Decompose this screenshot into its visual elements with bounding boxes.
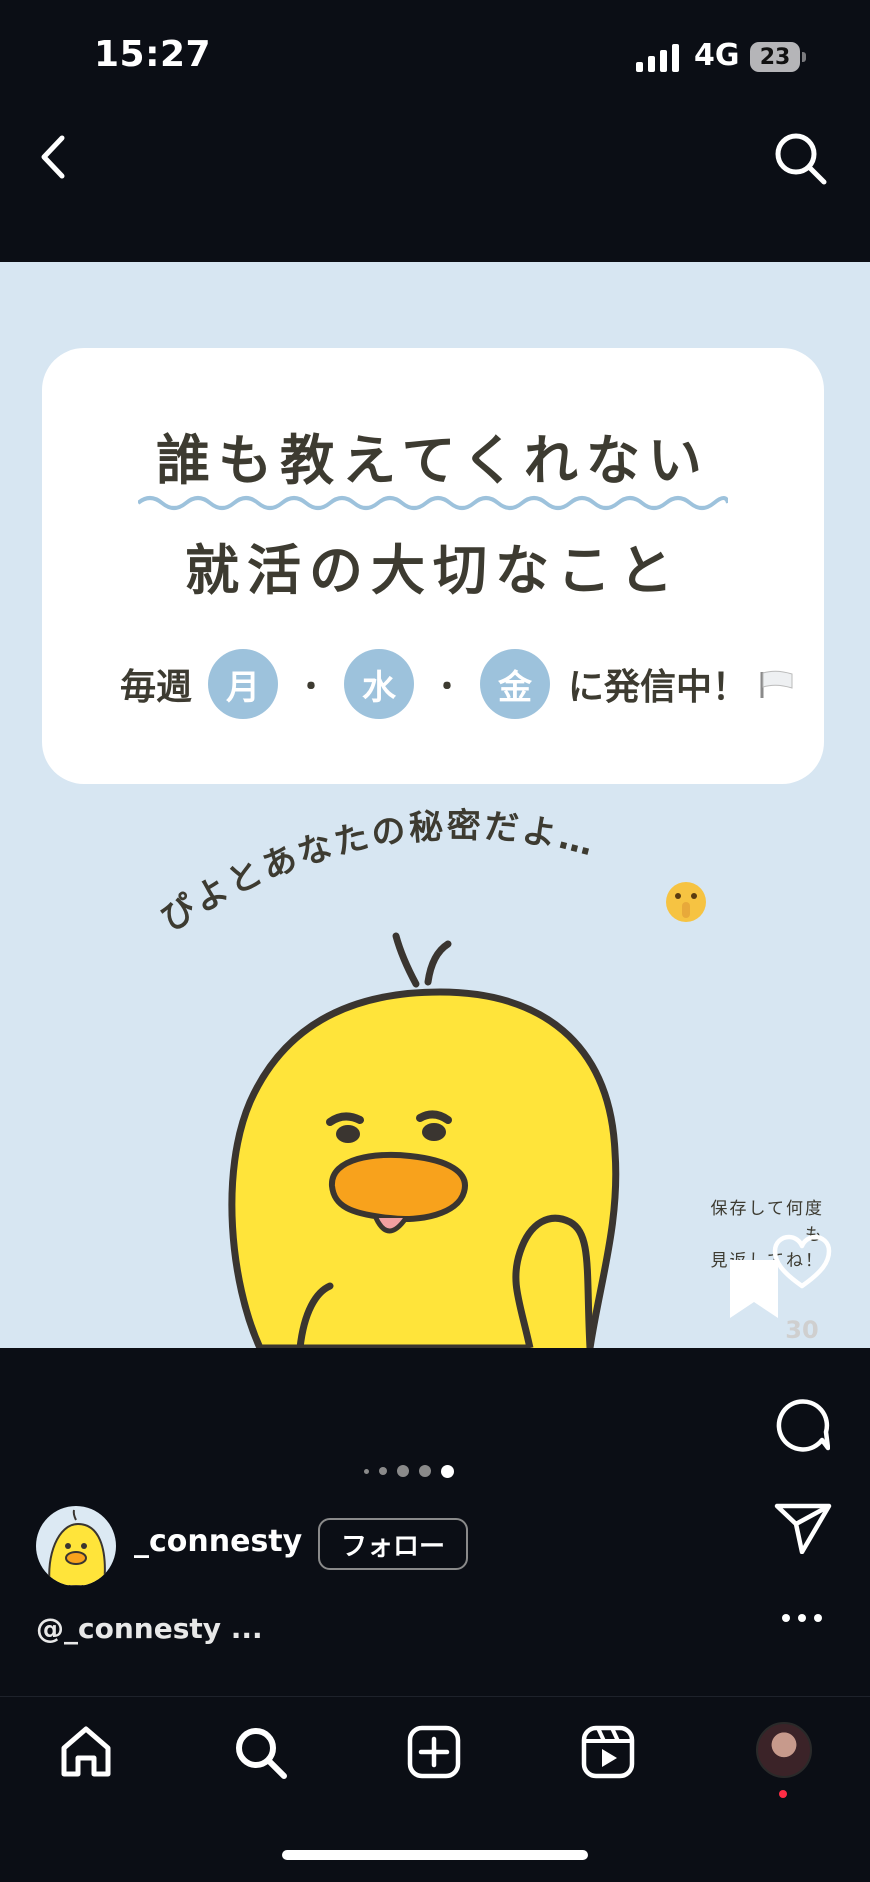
separator: ・ [432,670,463,705]
status-time: 15:27 [94,34,212,75]
chick-avatar-icon [48,1509,106,1586]
svg-text:ぴよとあなたの秘密だよ…: ぴよとあなたの秘密だよ… [160,806,601,939]
day-badge-monday: 月 [208,649,279,719]
more-horizontal-icon[interactable] [780,1610,824,1626]
schedule-suffix: に発信中！ [568,667,749,708]
carousel-dot [419,1465,431,1477]
nav-divider [0,1696,870,1697]
post-caption[interactable]: @_connesty ... [36,1612,263,1645]
carousel-indicator [364,1462,454,1480]
separator: ・ [296,670,327,705]
day-badge-friday: 金 [480,649,551,719]
day-badge-wednesday: 水 [344,649,415,719]
chick-illustration [228,932,620,1348]
schedule-prefix: 毎週 [120,667,193,708]
carousel-dot [397,1465,409,1477]
card-title-line2: 就活の大切なこと [185,539,681,602]
white-flag-icon [760,670,793,698]
card-title-line1: 誰も教えてくれない [156,429,710,492]
home-indicator[interactable] [282,1850,588,1860]
paper-plane-icon[interactable] [774,1502,832,1554]
title-card: 誰も教えてくれない 就活の大切なこと 毎週 月 ・ 水 ・ 金 に発信中！ [42,348,824,784]
battery-icon: 23 [750,42,808,72]
wavy-underline [138,496,728,510]
search-icon[interactable] [772,130,828,186]
plus-square-icon[interactable] [406,1724,462,1780]
back-chevron-icon[interactable] [32,130,76,184]
carousel-dot [379,1467,387,1475]
heart-icon[interactable] [772,1234,832,1290]
notification-dot [779,1790,787,1798]
account-avatar[interactable] [36,1506,116,1586]
profile-avatar[interactable] [756,1722,812,1778]
follow-button[interactable]: フォロー [318,1518,468,1570]
carousel-dot-active [441,1464,454,1478]
network-type: 4G [694,38,740,73]
secret-text-arc: ぴよとあなたの秘密だよ… [160,806,706,939]
carousel-dot [364,1468,369,1474]
home-icon[interactable] [58,1724,114,1780]
shushing-face-icon [666,882,706,922]
reels-icon[interactable] [580,1724,636,1780]
comment-icon[interactable] [774,1396,830,1452]
like-count[interactable]: 30 [776,1316,828,1344]
signal-icon [636,44,679,72]
username[interactable]: _connesty [134,1524,302,1559]
post-image[interactable]: 誰も教えてくれない 就活の大切なこと 毎週 月 ・ 水 ・ 金 に発信中！ ぴよ… [0,262,870,1348]
schedule-line: 毎週 月 ・ 水 ・ 金 に発信中！ [120,648,794,720]
battery-level: 23 [750,42,800,72]
search-icon[interactable] [232,1724,288,1780]
secret-text: ぴよとあなたの秘密だよ… [160,806,598,939]
